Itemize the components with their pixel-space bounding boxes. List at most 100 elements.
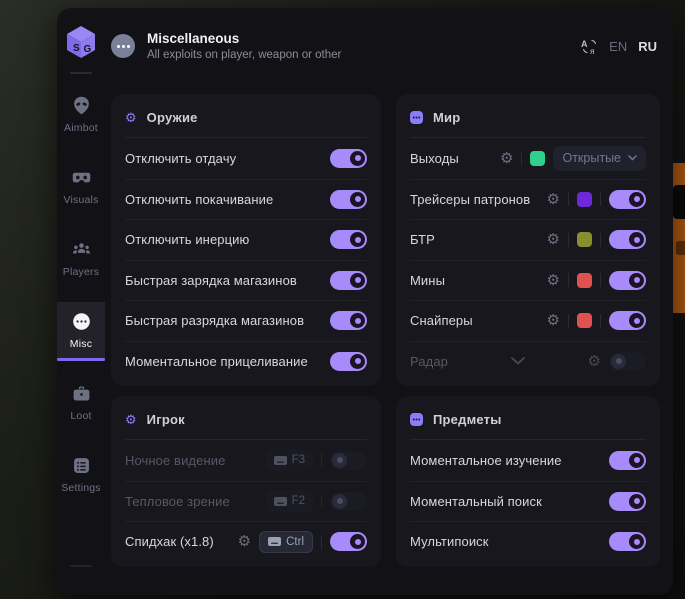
section-dots-icon	[410, 413, 423, 426]
lang-en-button[interactable]: EN	[609, 39, 627, 54]
color-swatch[interactable]	[577, 232, 592, 247]
section-title: Мир	[433, 110, 460, 125]
app-logo-icon: S G	[64, 24, 98, 60]
setting-row: Ночное видение F3	[125, 440, 367, 481]
page-subtitle: All exploits on player, weapon or other	[147, 49, 341, 61]
toggle-switch[interactable]	[609, 190, 646, 209]
setting-row: Мины ⚙	[410, 260, 646, 301]
sidebar-item-label: Misc	[70, 338, 92, 350]
color-swatch[interactable]	[577, 273, 592, 288]
toggle-switch[interactable]	[330, 352, 367, 371]
toggle-switch[interactable]	[609, 532, 646, 551]
sidebar-item-aimbot[interactable]: Aimbot	[57, 86, 105, 145]
toggle-switch[interactable]	[609, 492, 646, 511]
section-world: Мир Выходы ⚙ Открытые	[396, 94, 660, 386]
setting-row: БТР ⚙	[410, 219, 646, 260]
toggle-switch[interactable]	[609, 271, 646, 290]
hotkey-badge[interactable]: Ctrl	[259, 531, 313, 553]
keyboard-icon	[274, 497, 287, 506]
sidebar-item-players[interactable]: Players	[57, 230, 105, 289]
section-gear-icon: ⚙	[125, 111, 137, 124]
svg-text:A: A	[581, 39, 588, 49]
svg-text:S: S	[73, 43, 80, 54]
translate-icon: A я	[581, 38, 598, 55]
svg-text:я: я	[590, 46, 595, 55]
setting-row: Быстрая разрядка магазинов	[125, 300, 367, 341]
sidebar-item-label: Settings	[61, 482, 101, 494]
setting-row: Быстрая зарядка магазинов	[125, 260, 367, 301]
game-hud-fragment	[671, 163, 685, 313]
players-icon	[71, 239, 92, 260]
setting-row: Тепловое зрение F2	[125, 481, 367, 522]
section-weapon: ⚙ Оружие Отключить отдачу Отключить пока…	[111, 94, 381, 386]
sidebar-item-settings[interactable]: Settings	[57, 446, 105, 505]
setting-row: Снайперы ⚙	[410, 300, 646, 341]
toggle-switch[interactable]	[330, 190, 367, 209]
gear-icon[interactable]: ⚙	[547, 273, 560, 288]
color-swatch[interactable]	[577, 192, 592, 207]
setting-row: Моментальное изучение	[410, 440, 646, 481]
setting-row: Отключить инерцию	[125, 219, 367, 260]
setting-row: Спидхак (x1.8) ⚙ Ctrl	[125, 521, 367, 562]
chevron-down-icon	[628, 155, 637, 161]
setting-row: Выходы ⚙ Открытые	[410, 138, 646, 179]
keyboard-icon	[268, 537, 281, 546]
section-gear-icon: ⚙	[125, 413, 137, 426]
toggle-switch[interactable]	[330, 230, 367, 249]
toggle-switch[interactable]	[609, 352, 646, 371]
section-player: ⚙ Игрок Ночное видение F3	[111, 396, 381, 567]
toggle-switch[interactable]	[330, 492, 367, 511]
sidebar-item-label: Aimbot	[64, 122, 98, 134]
toggle-switch[interactable]	[330, 149, 367, 168]
avatar	[111, 34, 135, 58]
toggle-switch[interactable]	[609, 451, 646, 470]
settings-list-icon	[71, 455, 92, 476]
toggle-switch[interactable]	[330, 451, 367, 470]
toggle-switch[interactable]	[330, 271, 367, 290]
section-title: Предметы	[433, 412, 502, 427]
toggle-switch[interactable]	[609, 311, 646, 330]
gear-icon[interactable]: ⚙	[238, 534, 251, 549]
section-dots-icon	[410, 111, 423, 124]
setting-row: Отключить покачивание	[125, 179, 367, 220]
toggle-switch[interactable]	[609, 230, 646, 249]
toggle-switch[interactable]	[330, 532, 367, 551]
section-items: Предметы Моментальное изучение Моменталь…	[396, 396, 660, 567]
sidebar-divider	[70, 72, 92, 74]
sidebar-item-visuals[interactable]: Visuals	[57, 158, 105, 217]
sidebar-item-label: Players	[63, 266, 99, 278]
sidebar-divider	[70, 565, 92, 567]
setting-row: Моментальный поиск	[410, 481, 646, 522]
sidebar: S G Aimbot Visuals	[57, 8, 105, 595]
setting-row: Мультипоиск	[410, 521, 646, 562]
hotkey-badge[interactable]: F3	[266, 449, 313, 471]
color-swatch[interactable]	[530, 151, 545, 166]
exits-dropdown[interactable]: Открытые	[553, 146, 646, 171]
gear-icon[interactable]: ⚙	[547, 192, 560, 207]
chevron-down-icon[interactable]	[448, 357, 588, 365]
color-swatch[interactable]	[577, 313, 592, 328]
lang-ru-button[interactable]: RU	[638, 39, 657, 54]
alien-icon	[71, 95, 92, 116]
sidebar-item-label: Loot	[70, 410, 91, 422]
gear-icon[interactable]: ⚙	[500, 151, 513, 166]
setting-row: Радар ⚙	[410, 341, 646, 382]
hotkey-badge[interactable]: F2	[266, 490, 313, 512]
gear-icon[interactable]: ⚙	[588, 354, 601, 369]
gear-icon[interactable]: ⚙	[547, 313, 560, 328]
setting-row: Отключить отдачу	[125, 138, 367, 179]
sidebar-item-loot[interactable]: Loot	[57, 374, 105, 433]
cheat-window: S G Aimbot Visuals	[57, 8, 673, 595]
main-content: ⚙ Оружие Отключить отдачу Отключить пока…	[105, 84, 673, 595]
section-title: Оружие	[147, 110, 198, 125]
sidebar-item-label: Visuals	[63, 194, 98, 206]
section-title: Игрок	[147, 412, 185, 427]
setting-row: Моментальное прицеливание	[125, 341, 367, 382]
gear-icon[interactable]: ⚙	[547, 232, 560, 247]
ellipsis-circle-icon	[71, 311, 92, 332]
setting-row: Трейсеры патронов ⚙	[410, 179, 646, 220]
keyboard-icon	[274, 456, 287, 465]
sidebar-item-misc[interactable]: Misc	[57, 302, 105, 361]
toggle-switch[interactable]	[330, 311, 367, 330]
page-title: Miscellaneous	[147, 31, 341, 46]
